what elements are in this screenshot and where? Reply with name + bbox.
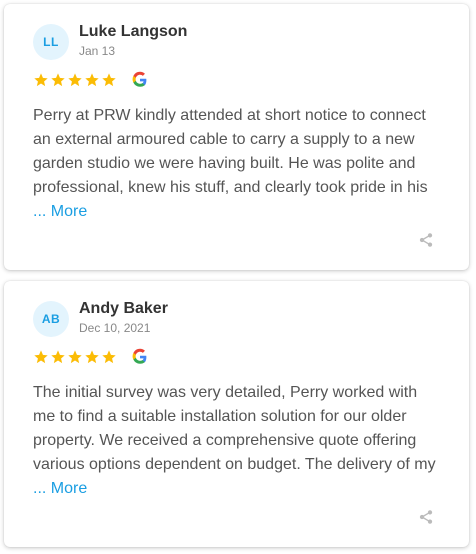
review-date: Dec 10, 2021 <box>79 321 151 335</box>
star-icon <box>102 73 116 87</box>
review-text: Perry at PRW kindly attended at short no… <box>33 104 443 224</box>
reviewer-name: Luke Langson <box>79 23 188 40</box>
more-link[interactable]: ... More <box>33 203 87 220</box>
review-date: Jan 13 <box>79 44 116 58</box>
review-text: The initial survey was very detailed, Pe… <box>33 381 443 501</box>
star-icon <box>85 350 99 364</box>
star-icon <box>68 350 82 364</box>
star-icon <box>34 350 48 364</box>
star-icon <box>51 350 65 364</box>
star-icon <box>51 73 65 87</box>
star-rating <box>33 69 149 91</box>
share-icon[interactable] <box>418 232 434 248</box>
review-card: LL Luke Langson Jan 13 Perry at PRW kind… <box>4 4 469 270</box>
share-icon[interactable] <box>418 509 434 525</box>
review-body: Perry at PRW kindly attended at short no… <box>33 107 428 196</box>
star-icon <box>34 73 48 87</box>
review-card: AB Andy Baker Dec 10, 2021 The initial s… <box>4 281 469 547</box>
more-link[interactable]: ... More <box>33 480 87 497</box>
google-g-icon <box>132 71 147 87</box>
star-icon <box>85 73 99 87</box>
google-g-icon <box>132 348 147 364</box>
star-rating <box>33 346 149 368</box>
star-icon <box>68 73 82 87</box>
review-body: The initial survey was very detailed, Pe… <box>33 384 436 473</box>
star-icon <box>102 350 116 364</box>
avatar: LL <box>33 24 69 60</box>
avatar: AB <box>33 301 69 337</box>
reviewer-name: Andy Baker <box>79 300 168 317</box>
